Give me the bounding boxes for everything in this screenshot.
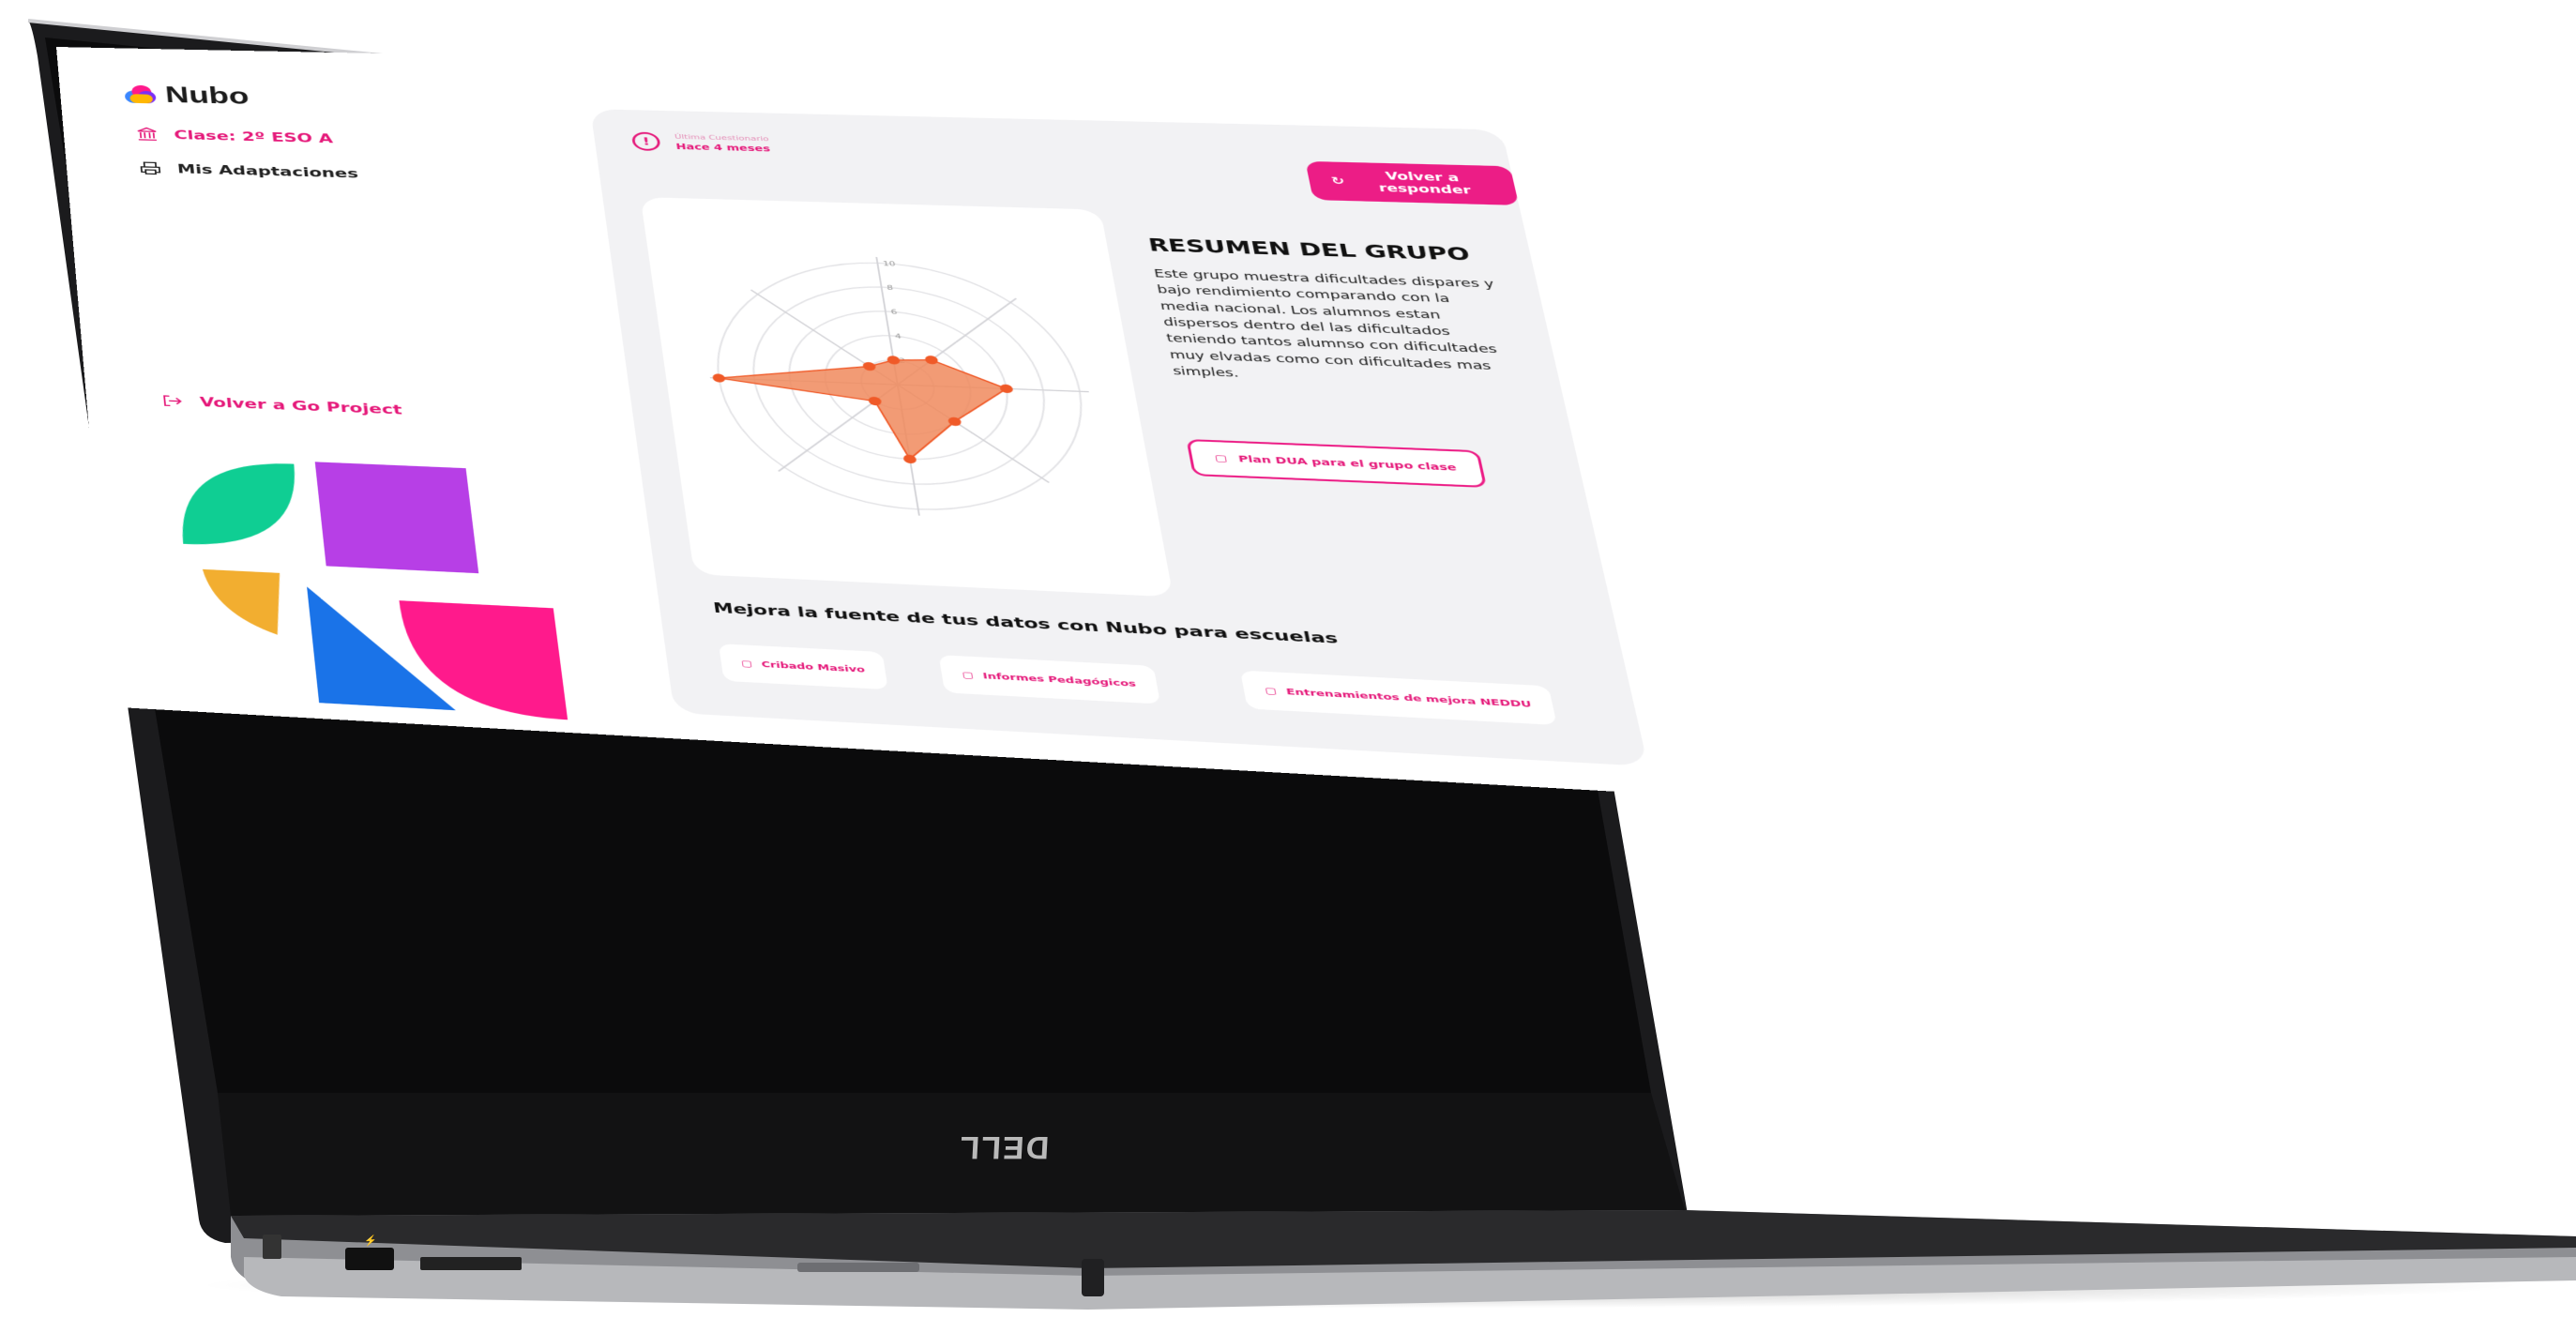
refresh-icon: ↻ — [1330, 175, 1346, 188]
green-leaf-shape — [175, 459, 303, 550]
app-screen: Nubo Clase: 2º ESO A Mis Adaptaciones Vo… — [56, 47, 1756, 799]
sidebar-item-class-label: Clase: 2º ESO A — [174, 128, 334, 145]
yellow-wedge-shape — [203, 569, 286, 635]
summary-body: Este grupo muestra dificultades dispares… — [1153, 266, 1524, 393]
improve-title: Mejora la fuente de tus datos con Nubo p… — [712, 600, 1339, 647]
retake-survey-label: Volver a responder — [1353, 170, 1494, 198]
alert-icon: ! — [631, 132, 661, 152]
radar-tick-label: 4 — [894, 332, 902, 340]
sidebar-item-adaptations-label: Mis Adaptaciones — [176, 162, 358, 181]
radar-tick-label: 6 — [890, 308, 898, 315]
results-panel: ! Última Cuestionario Hace 4 meses ↻ Vol… — [590, 109, 1648, 766]
last-survey-label: Última Cuestionario — [674, 133, 769, 144]
logout-icon — [160, 393, 184, 409]
port-label: ⚡ — [364, 1235, 377, 1247]
mass-screening-button[interactable]: ▢ Cribado Masivo — [719, 644, 888, 689]
pedagogical-reports-button[interactable]: ▢ Informes Pedagógicos — [939, 655, 1160, 704]
cloud-icon — [124, 84, 158, 104]
sidebar-item-adaptations[interactable]: Mis Adaptaciones — [139, 160, 359, 181]
radar-tick-label: 8 — [886, 284, 894, 292]
clipboard-icon: ▢ — [1264, 686, 1278, 696]
plan-dua-button[interactable]: ▢ Plan DUA para el grupo clase — [1186, 439, 1486, 488]
last-survey-value: Hace 4 meses — [675, 143, 771, 154]
training-label: Entrenamientos de mejora NEDDU — [1285, 687, 1532, 709]
pedagogical-reports-label: Informes Pedagógicos — [982, 671, 1137, 689]
printer-icon — [139, 160, 161, 175]
retake-survey-button[interactable]: ↻ Volver a responder — [1305, 161, 1519, 205]
radar-chart-card: 246810 — [641, 197, 1174, 597]
dell-logo: DELL — [956, 1126, 1052, 1165]
sidebar-item-class[interactable]: Clase: 2º ESO A — [136, 127, 334, 146]
clipboard-icon: ▢ — [962, 670, 975, 680]
mass-screening-label: Cribado Masivo — [761, 659, 866, 674]
radar-tick-label: 10 — [882, 260, 896, 267]
back-to-go-project-link[interactable]: Volver a Go Project — [160, 393, 402, 418]
training-button[interactable]: ▢ Entrenamientos de mejora NEDDU — [1240, 671, 1557, 725]
nubo-logo[interactable]: Nubo — [124, 82, 250, 110]
radar-data-point — [712, 373, 726, 383]
summary-title: RESUMEN DEL GRUPO — [1146, 235, 1494, 265]
decorative-shapes — [166, 452, 578, 733]
clipboard-icon: ▢ — [1214, 453, 1228, 463]
app-name: Nubo — [164, 83, 250, 110]
radar-chart: 246810 — [641, 197, 1174, 597]
plan-dua-label: Plan DUA para el grupo clase — [1237, 454, 1457, 473]
clipboard-icon: ▢ — [740, 659, 752, 669]
group-summary: RESUMEN DEL GRUPO Este grupo muestra dif… — [1146, 235, 1523, 393]
purple-square-shape — [315, 462, 479, 573]
last-survey: ! Última Cuestionario Hace 4 meses — [631, 132, 771, 154]
back-to-go-project-label: Volver a Go Project — [199, 395, 402, 417]
school-icon — [136, 127, 159, 142]
